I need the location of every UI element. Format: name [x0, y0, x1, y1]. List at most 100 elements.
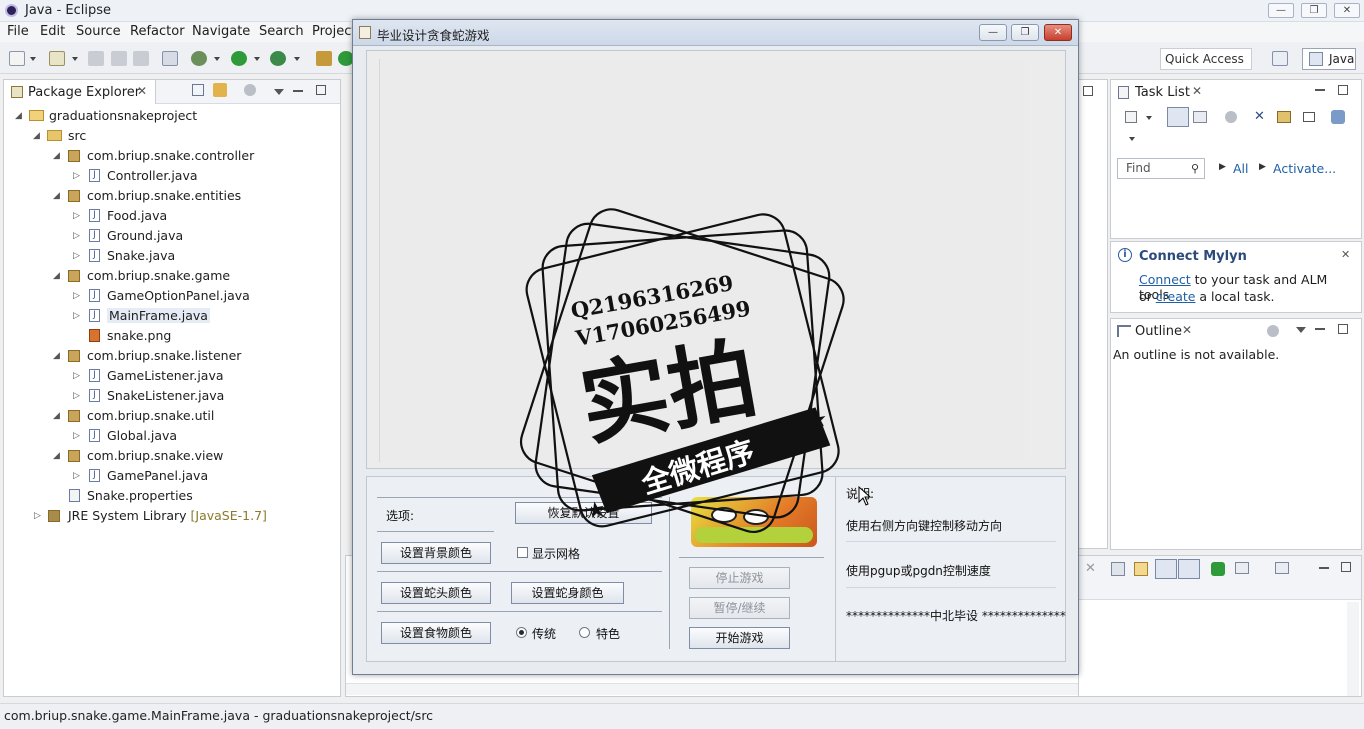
tree-item-java-selected[interactable]: MainFrame.java: [107, 308, 210, 323]
tree-collapse-arrow-icon[interactable]: ▷: [73, 291, 80, 301]
view-menu-icon[interactable]: [1296, 327, 1306, 333]
set-background-color-button[interactable]: 设置背景颜色: [381, 542, 491, 564]
new-task-icon[interactable]: [1125, 111, 1137, 123]
activate-link[interactable]: Activate...: [1273, 161, 1336, 176]
save-all-icon[interactable]: [111, 51, 127, 66]
tree-item-src[interactable]: src: [68, 128, 86, 143]
menu-project[interactable]: Project: [312, 24, 356, 39]
close-mylyn-icon[interactable]: ✕: [1341, 248, 1350, 261]
close-button[interactable]: ✕: [1334, 3, 1360, 18]
new-dropdown-icon[interactable]: [30, 57, 36, 61]
tree-item-java[interactable]: Ground.java: [107, 228, 183, 243]
synchronize-icon[interactable]: [1277, 111, 1291, 123]
game-minimize-button[interactable]: —: [979, 24, 1007, 41]
tree-collapse-arrow-icon[interactable]: ▷: [73, 431, 80, 441]
focus-icon[interactable]: [1267, 325, 1279, 337]
tree-item-package[interactable]: com.briup.snake.game: [87, 268, 230, 283]
java-perspective-button[interactable]: Java: [1302, 48, 1356, 70]
set-head-color-button[interactable]: 设置蛇头颜色: [381, 582, 491, 604]
minimize-button[interactable]: —: [1268, 3, 1294, 18]
tree-item-package[interactable]: com.briup.snake.util: [87, 408, 214, 423]
tree-collapse-arrow-icon[interactable]: ▷: [73, 231, 80, 241]
tree-item-library[interactable]: JRE System Library [JavaSE-1.7]: [68, 508, 267, 523]
close-tab-icon[interactable]: ✕: [1182, 323, 1192, 337]
create-link[interactable]: create: [1156, 289, 1196, 304]
new-task-dropdown-icon[interactable]: [1146, 116, 1152, 120]
tree-collapse-arrow-icon[interactable]: ▷: [73, 211, 80, 221]
menu-edit[interactable]: Edit: [40, 24, 65, 39]
horizontal-scrollbar[interactable]: [346, 683, 1079, 695]
tree-item-java[interactable]: Snake.java: [107, 248, 175, 263]
remove-icon[interactable]: ✕: [1085, 561, 1096, 576]
set-body-color-button[interactable]: 设置蛇身颜色: [511, 582, 624, 604]
pause-resume-button[interactable]: 暂停/继续: [689, 597, 790, 619]
open-console-icon[interactable]: [1275, 562, 1289, 574]
scroll-lock-icon[interactable]: [1155, 559, 1177, 579]
tree-item-package[interactable]: com.briup.snake.view: [87, 448, 223, 463]
game-maximize-button[interactable]: ❐: [1011, 24, 1039, 41]
vertical-scrollbar[interactable]: [1347, 602, 1359, 696]
tree-item-image[interactable]: snake.png: [107, 328, 171, 343]
all-link[interactable]: All: [1233, 161, 1249, 176]
minimize-view-icon[interactable]: [1315, 89, 1325, 91]
tree-item-package[interactable]: com.briup.snake.entities: [87, 188, 241, 203]
tree-item-java[interactable]: Food.java: [107, 208, 167, 223]
word-wrap-icon[interactable]: [1178, 559, 1200, 579]
menu-refactor[interactable]: Refactor: [130, 24, 185, 39]
connect-link[interactable]: Connect: [1139, 272, 1191, 287]
tree-collapse-arrow-icon[interactable]: ▷: [73, 471, 80, 481]
link-with-editor-icon[interactable]: [213, 83, 227, 97]
collapse-all-icon[interactable]: [192, 84, 204, 96]
skip-breakpoints-icon[interactable]: [162, 51, 178, 66]
tree-expand-arrow-icon[interactable]: ◢: [33, 131, 40, 141]
tree-item-package[interactable]: com.briup.snake.listener: [87, 348, 241, 363]
copy-icon[interactable]: [1134, 562, 1148, 576]
tree-expand-arrow-icon[interactable]: ◢: [53, 451, 60, 461]
minimize-view-icon[interactable]: [293, 90, 303, 92]
collapse-all-icon[interactable]: [1303, 112, 1315, 122]
focus-icon[interactable]: [1225, 111, 1237, 123]
close-tab-icon[interactable]: ✕: [1192, 84, 1202, 98]
package-explorer-tab[interactable]: Package Explorer ✕: [4, 80, 156, 104]
maximize-editor-icon[interactable]: [1083, 86, 1093, 96]
tree-expand-arrow-icon[interactable]: ◢: [53, 151, 60, 161]
run-icon[interactable]: [231, 51, 247, 66]
tree-item-project[interactable]: graduationsnakeproject: [49, 108, 197, 123]
tree-collapse-arrow-icon[interactable]: ▷: [34, 511, 41, 521]
view-menu-icon[interactable]: [274, 89, 284, 95]
debug-dropdown-icon[interactable]: [214, 57, 220, 61]
quick-access-field[interactable]: Quick Access: [1160, 48, 1252, 70]
tree-item-package[interactable]: com.briup.snake.controller: [87, 148, 254, 163]
stop-game-button[interactable]: 停止游戏: [689, 567, 790, 589]
pin-console-icon[interactable]: [1211, 562, 1225, 576]
new-package-dropdown-icon[interactable]: [72, 57, 78, 61]
menu-file[interactable]: File: [7, 24, 29, 39]
maximize-button[interactable]: ❐: [1301, 3, 1327, 18]
tree-expand-arrow-icon[interactable]: ◢: [53, 271, 60, 281]
new-icon[interactable]: [9, 51, 25, 66]
tree-item-java[interactable]: Global.java: [107, 428, 177, 443]
tree-expand-arrow-icon[interactable]: ◢: [53, 411, 60, 421]
classic-radio[interactable]: [516, 627, 527, 638]
task-find-input[interactable]: Find ⚲: [1117, 158, 1205, 179]
tree-collapse-arrow-icon[interactable]: ▷: [73, 311, 80, 321]
menu-source[interactable]: Source: [76, 24, 121, 39]
close-tab-icon[interactable]: ✕: [137, 84, 147, 98]
tree-collapse-arrow-icon[interactable]: ▷: [73, 251, 80, 261]
console-icon[interactable]: [1111, 562, 1125, 576]
maximize-view-icon[interactable]: [316, 85, 326, 95]
game-close-button[interactable]: ✕: [1044, 24, 1072, 41]
tree-item-java[interactable]: GamePanel.java: [107, 468, 208, 483]
tree-item-java[interactable]: GameListener.java: [107, 368, 224, 383]
run-external-icon[interactable]: [270, 51, 286, 66]
maximize-view-icon[interactable]: [1338, 324, 1348, 334]
categorized-icon[interactable]: [1167, 107, 1189, 127]
set-food-color-button[interactable]: 设置食物颜色: [381, 622, 491, 644]
new-package-icon[interactable]: [49, 51, 65, 66]
tree-item-java[interactable]: GameOptionPanel.java: [107, 288, 250, 303]
minimize-view-icon[interactable]: [1319, 567, 1329, 569]
run-external-dropdown-icon[interactable]: [294, 57, 300, 61]
start-game-button[interactable]: 开始游戏: [689, 627, 790, 649]
tree-collapse-arrow-icon[interactable]: ▷: [73, 171, 80, 181]
minimize-view-icon[interactable]: [1315, 328, 1325, 330]
